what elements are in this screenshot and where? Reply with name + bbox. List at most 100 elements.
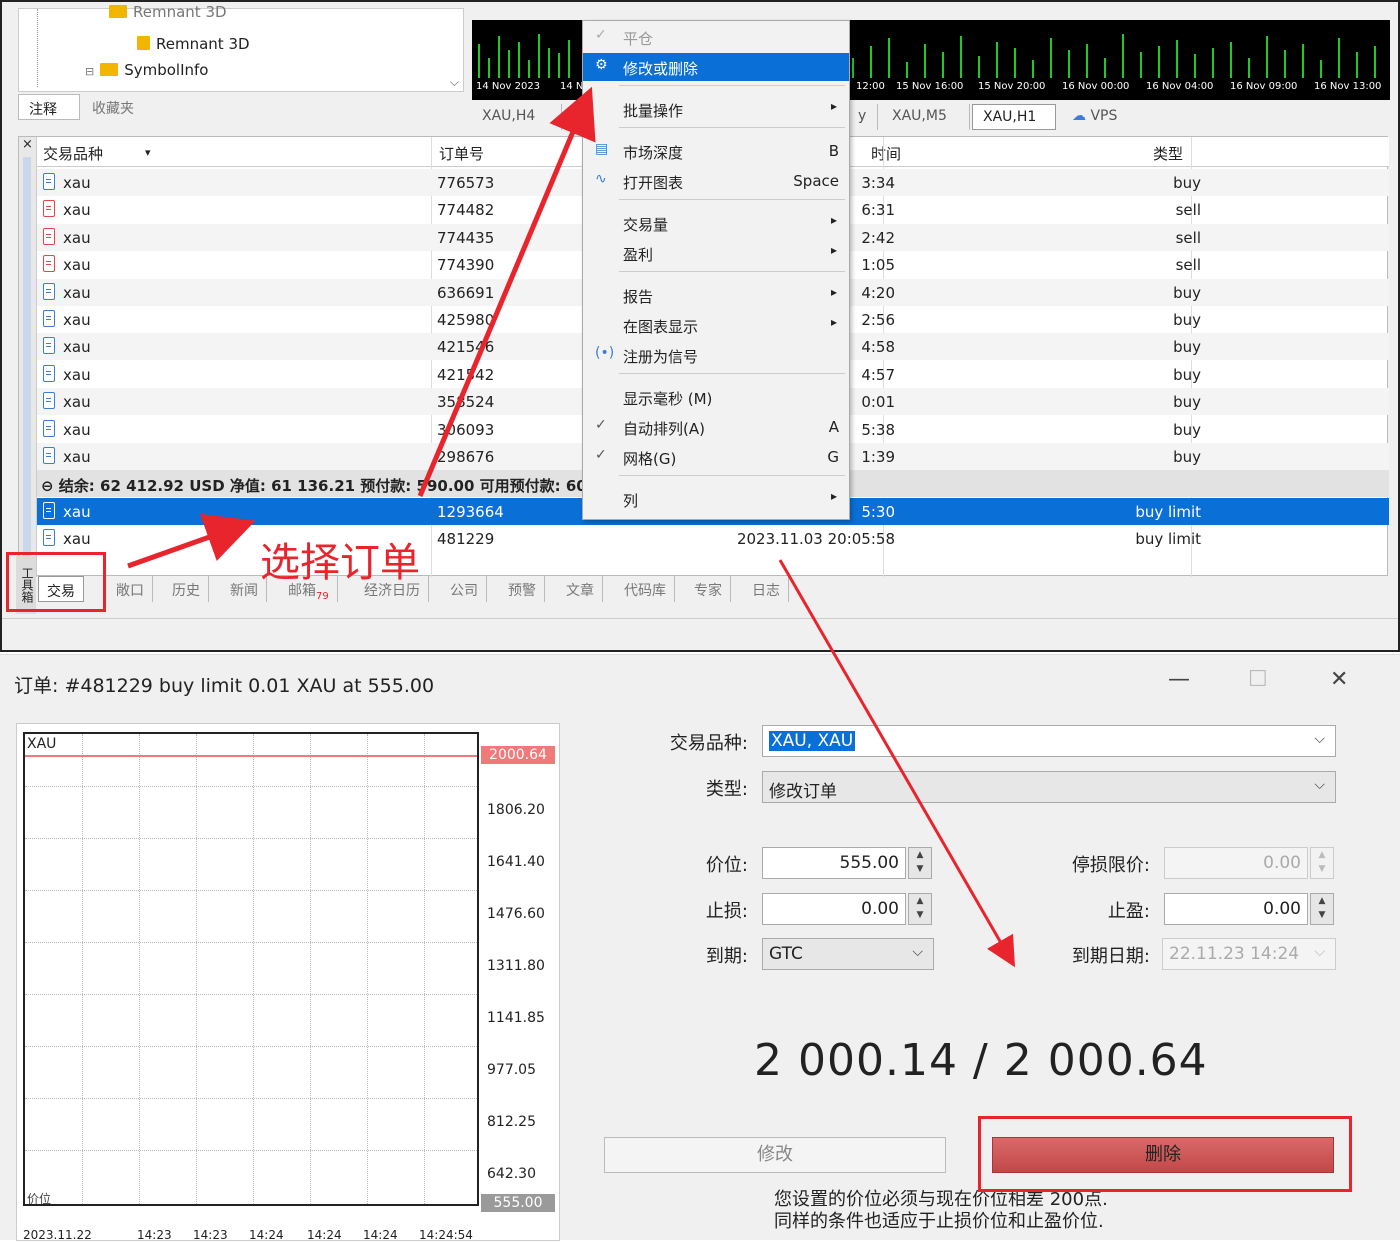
spin-down-icon[interactable]: ▼ — [909, 908, 931, 922]
cell-symbol: xau — [63, 201, 91, 220]
menu-item-9[interactable]: (•) 注册为信号 — [583, 341, 849, 369]
tab-xau-m5[interactable]: XAU,M5 — [882, 104, 970, 130]
chart-bar — [488, 58, 490, 78]
tab-terminal-9[interactable]: 代码库 — [616, 576, 675, 602]
cell-time: 2023.11.03 20:05:58 — [736, 530, 895, 549]
submenu-arrow-icon: ▸ — [830, 315, 837, 329]
type-label: 类型: — [705, 779, 748, 800]
stop-loss-stepper[interactable]: ▲ ▼ — [908, 893, 932, 925]
cell-symbol: xau — [63, 311, 91, 329]
spin-down-icon[interactable]: ▼ — [1311, 908, 1333, 922]
header-order[interactable]: 订单号 — [439, 143, 484, 164]
cell-type: buy — [1173, 448, 1201, 466]
menu-item-11[interactable]: ✓ 自动排列(A) A — [583, 413, 849, 441]
tab-terminal-11[interactable]: 日志 — [744, 576, 789, 602]
chart-bar — [518, 42, 520, 78]
chart-bar — [478, 44, 480, 78]
tab-xau-h4[interactable]: XAU,H4 — [472, 104, 562, 130]
modify-button[interactable]: 修改 — [604, 1137, 946, 1173]
cell-time: 1:39 — [861, 448, 895, 466]
stop-loss-input[interactable]: 0.00 — [762, 893, 906, 925]
menu-item-1[interactable]: ⚙ 修改或删除 — [583, 53, 849, 81]
symbol-select[interactable]: XAU, XAU ⌵ — [762, 725, 1336, 757]
grid-line — [253, 734, 254, 1204]
tab-xau-h1[interactable]: XAU,H1 — [972, 104, 1056, 130]
table-icon: ▤ — [595, 141, 609, 157]
spin-up-icon[interactable]: ▲ — [1311, 848, 1333, 862]
tab-terminal-1[interactable]: 敞口 — [108, 576, 153, 602]
menu-item-3[interactable]: ▤ 市场深度 B — [583, 137, 849, 165]
chart-bar — [558, 53, 560, 78]
stop-limit-input[interactable]: 0.00 — [1164, 847, 1308, 879]
price-value: 555.00 — [839, 853, 899, 873]
chart-bar — [1284, 50, 1286, 78]
cell-time: 5:30 — [861, 502, 895, 521]
header-type[interactable]: 类型 — [1153, 143, 1183, 164]
time-label: 16 Nov 00:00 — [1062, 81, 1130, 92]
chart-bar — [1302, 44, 1304, 78]
cell-type: buy limit — [1135, 530, 1201, 549]
time-label: 15 Nov 20:00 — [978, 81, 1046, 92]
sell-order-icon — [43, 227, 55, 245]
expiry-date-input[interactable]: 22.11.23 14:24 ⌵ — [1162, 938, 1336, 970]
navigator-item[interactable]: ⊟ SymbolInfo — [85, 61, 208, 79]
menu-item-0[interactable]: ✓ 平仓 — [583, 23, 849, 51]
spin-up-icon[interactable]: ▲ — [909, 848, 931, 862]
tab-terminal-6[interactable]: 公司 — [442, 576, 487, 602]
submenu-arrow-icon: ▸ — [830, 285, 837, 299]
submenu-arrow-icon: ▸ — [830, 243, 837, 257]
close-button[interactable]: ✕ — [1330, 667, 1348, 692]
terminal-window: Remnant 3D Remnant 3D ⊟ SymbolInfo ⌵ 注释 收… — [0, 0, 1400, 652]
maximize-button[interactable]: ☐ — [1248, 667, 1268, 692]
menu-item-6[interactable]: 盈利 ▸ — [583, 239, 849, 267]
sell-order-icon — [43, 255, 55, 273]
menu-item-10[interactable]: 显示毫秒 (M) — [583, 383, 849, 411]
expiry-select[interactable]: GTC ⌵ — [762, 938, 934, 970]
tab-favorites[interactable]: 收藏夹 — [82, 94, 152, 120]
spin-down-icon[interactable]: ▼ — [1311, 862, 1333, 876]
tab-terminal-7[interactable]: 预警 — [500, 576, 545, 602]
take-profit-stepper[interactable]: ▲ ▼ — [1310, 893, 1334, 925]
scroll-down-icon[interactable]: ⌵ — [450, 75, 459, 90]
cell-type: sell — [1175, 256, 1201, 275]
tab-label: 代码库 — [624, 583, 666, 599]
grid-line — [25, 1098, 477, 1099]
menu-item-13[interactable]: 列 ▸ — [583, 485, 849, 513]
header-time[interactable]: 时间 — [871, 143, 901, 164]
tab-terminal-10[interactable]: 专家 — [686, 576, 731, 602]
tab-terminal-2[interactable]: 历史 — [164, 576, 209, 602]
buy-order-icon — [43, 392, 55, 410]
menu-item-2[interactable]: 批量操作 ▸ — [583, 95, 849, 123]
sort-icon[interactable]: ▾ — [145, 146, 151, 159]
chart-bar — [924, 44, 926, 78]
menu-item-4[interactable]: ∿ 打开图表 Space — [583, 167, 849, 195]
close-icon[interactable]: × — [22, 137, 33, 152]
collapse-icon[interactable]: ⊟ — [85, 65, 94, 78]
spin-down-icon[interactable]: ▼ — [909, 862, 931, 876]
spin-up-icon[interactable]: ▲ — [1311, 894, 1333, 908]
stop-limit-stepper[interactable]: ▲ ▼ — [1310, 847, 1334, 879]
type-select[interactable]: 修改订单 ⌵ — [762, 771, 1336, 803]
tab-terminal-8[interactable]: 文章 — [558, 576, 603, 602]
tab-chart[interactable]: y — [848, 104, 878, 130]
menu-item-7[interactable]: 报告 ▸ — [583, 281, 849, 309]
table-row[interactable]: xau 481229 2023.11.03 20:05:58 buy limit — [37, 525, 1389, 552]
spin-up-icon[interactable]: ▲ — [909, 894, 931, 908]
price-label: 价位 — [27, 1192, 52, 1206]
navigator-item[interactable]: Remnant 3D — [109, 3, 227, 21]
cell-type: buy limit — [1135, 502, 1201, 521]
minimize-button[interactable]: — — [1168, 667, 1190, 692]
tab-vps[interactable]: ☁ VPS — [1062, 104, 1142, 130]
price-stepper[interactable]: ▲ ▼ — [908, 847, 932, 879]
price-input[interactable]: 555.00 — [762, 847, 906, 879]
tab-notes[interactable]: 注释 — [18, 94, 80, 120]
cell-symbol: xau — [63, 228, 91, 247]
tab-label: XAU,H4 — [482, 108, 536, 124]
navigator-item[interactable]: Remnant 3D — [137, 35, 250, 53]
menu-item-12[interactable]: ✓ 网格(G) G — [583, 443, 849, 471]
menu-item-8[interactable]: 在图表显示 ▸ — [583, 311, 849, 339]
symbol-value: XAU, XAU — [769, 731, 856, 751]
header-symbol[interactable]: 交易品种 — [43, 143, 103, 164]
take-profit-input[interactable]: 0.00 — [1164, 893, 1308, 925]
menu-item-5[interactable]: 交易量 ▸ — [583, 209, 849, 237]
